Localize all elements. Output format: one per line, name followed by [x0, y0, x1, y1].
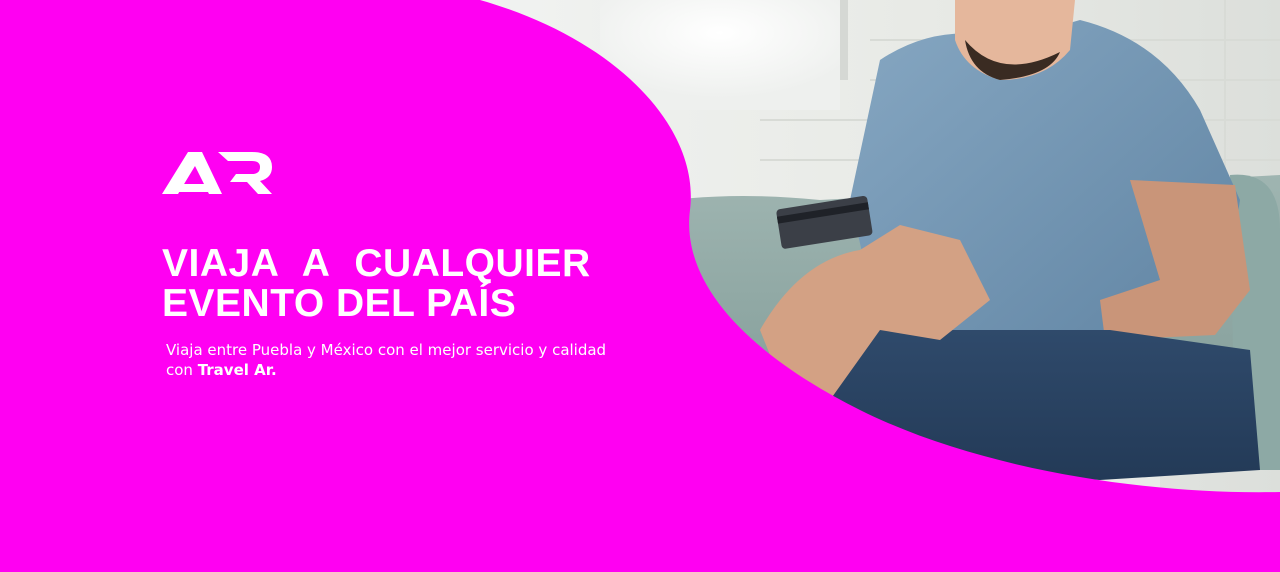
hero-banner: AR VIAJA A CUALQUIER EVENTO DEL PAÍS Via… — [0, 0, 1280, 572]
hero-headline: VIAJA A CUALQUIER EVENTO DEL PAÍS — [162, 244, 591, 324]
headline-line-2: EVENTO DEL PAÍS — [162, 282, 517, 325]
ar-logo-icon[interactable]: AR — [162, 150, 274, 196]
hero-content: AR VIAJA A CUALQUIER EVENTO DEL PAÍS Via… — [162, 0, 682, 572]
subtitle-brand: Travel Ar. — [197, 361, 277, 379]
headline-line-1: VIAJA A CUALQUIER — [162, 242, 591, 285]
hero-subtitle: Viaja entre Puebla y México con el mejor… — [166, 340, 626, 380]
